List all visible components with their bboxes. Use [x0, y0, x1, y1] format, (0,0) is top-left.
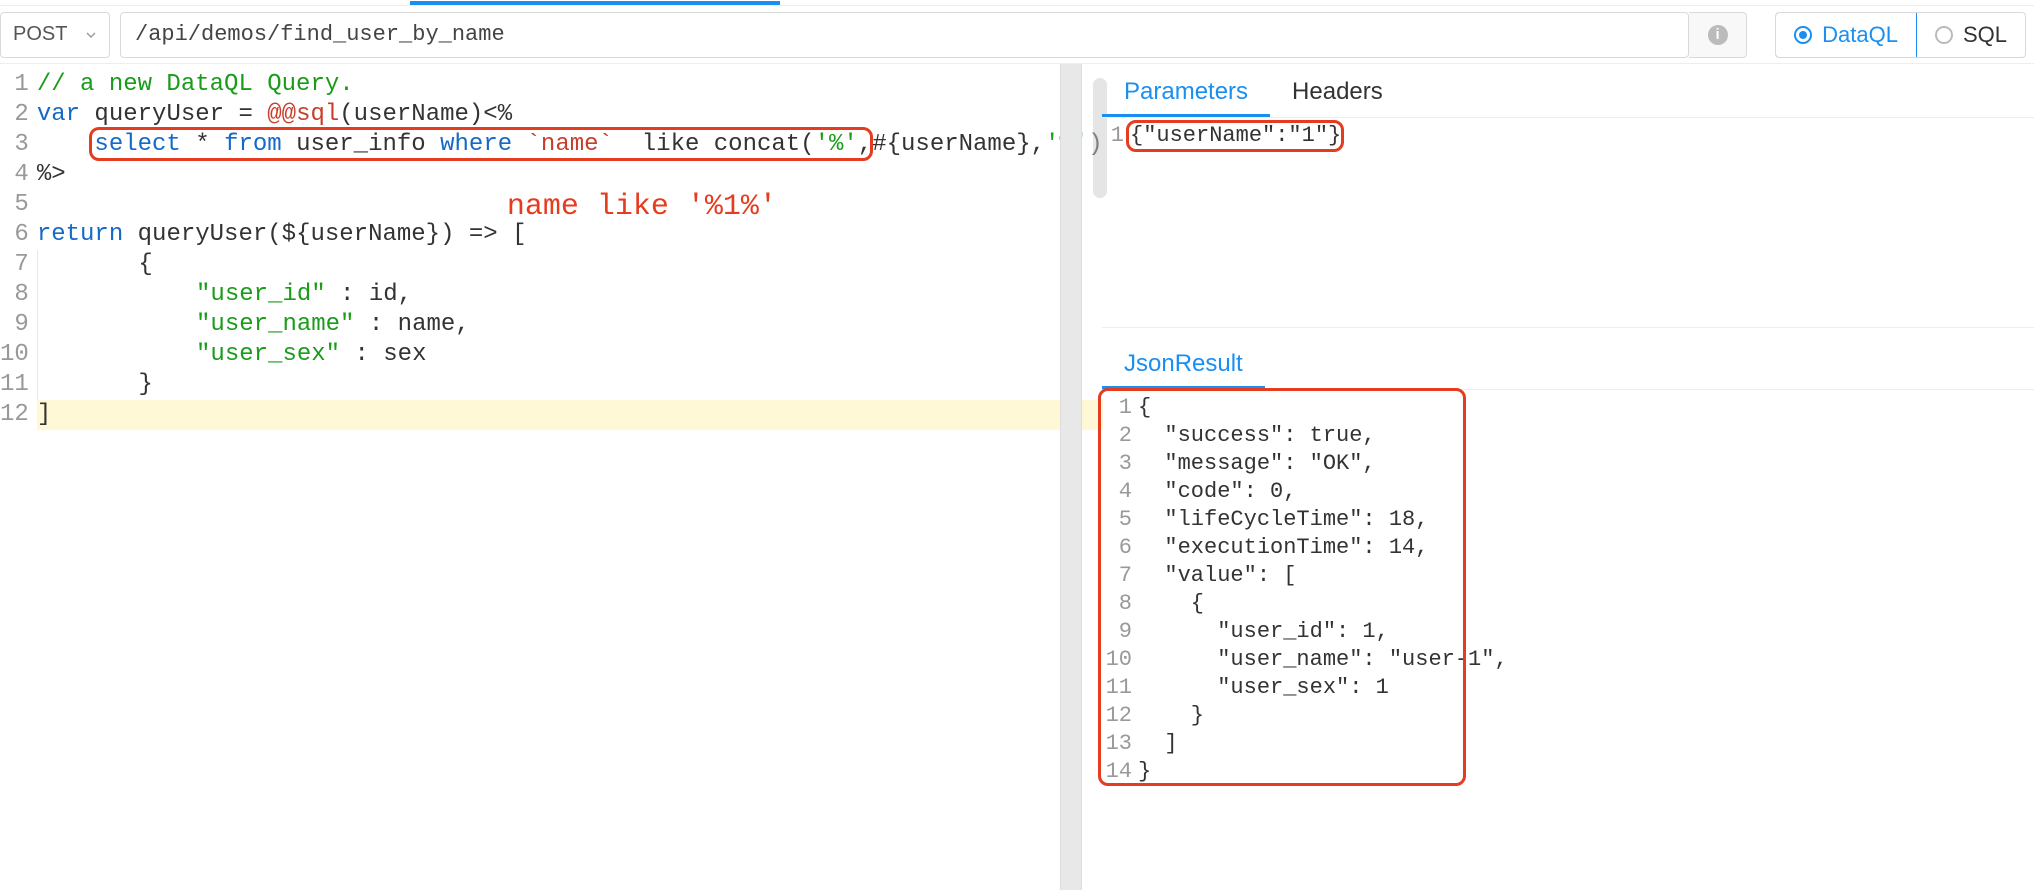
mode-label-sql: SQL	[1963, 22, 2007, 48]
mode-label-dataql: DataQL	[1822, 22, 1898, 48]
info-button[interactable]: i	[1689, 12, 1747, 58]
json-code: { "success": true, "message": "OK", "cod…	[1138, 394, 2034, 786]
radio-icon	[1794, 26, 1812, 44]
pane-splitter[interactable]	[1060, 64, 1082, 890]
request-toolbar: POST /api/demos/find_user_by_name i Data…	[0, 6, 2034, 64]
json-result-viewer[interactable]: 1 2 3 4 5 6 7 8 9 10 11 12 13 14 { "succ…	[1102, 390, 2034, 786]
url-text: /api/demos/find_user_by_name	[135, 22, 505, 47]
tab-strip	[0, 0, 2034, 6]
params-code[interactable]: {"userName":"1"}	[1130, 122, 2034, 327]
info-icon: i	[1708, 25, 1728, 45]
code-editor-pane[interactable]: 1 2 3 4 5 6 7 8 9 10 11 12 // a new Data…	[0, 64, 1060, 890]
chevron-down-icon	[83, 27, 99, 43]
params-gutter: 1	[1102, 122, 1130, 327]
editor-lines[interactable]: // a new DataQL Query. var queryUser = @…	[37, 70, 1103, 890]
params-tabs: Parameters Headers	[1102, 68, 2034, 118]
http-method-select[interactable]: POST	[0, 12, 110, 58]
mode-option-sql[interactable]: SQL	[1916, 13, 2025, 57]
editor-gutter: 1 2 3 4 5 6 7 8 9 10 11 12	[0, 70, 37, 890]
url-input[interactable]: /api/demos/find_user_by_name	[120, 12, 1689, 58]
http-method-value: POST	[13, 23, 67, 46]
mode-radio-group: DataQL SQL	[1775, 12, 2026, 58]
tab-parameters[interactable]: Parameters	[1102, 68, 1270, 117]
parameters-editor[interactable]: 1 {"userName":"1"}	[1102, 118, 2034, 328]
tab-headers[interactable]: Headers	[1270, 68, 1405, 117]
radio-icon	[1935, 26, 1953, 44]
mode-option-dataql[interactable]: DataQL	[1775, 12, 1917, 58]
json-gutter: 1 2 3 4 5 6 7 8 9 10 11 12 13 14	[1102, 394, 1138, 786]
active-tab-indicator	[410, 1, 780, 5]
right-panels: Parameters Headers 1 {"userName":"1"} Js…	[1082, 64, 2034, 890]
annotation-text: name like '%1%'	[507, 192, 777, 222]
main-area: 1 2 3 4 5 6 7 8 9 10 11 12 // a new Data…	[0, 64, 2034, 890]
result-tabs: JsonResult	[1102, 340, 2034, 390]
tab-jsonresult[interactable]: JsonResult	[1102, 340, 1265, 389]
